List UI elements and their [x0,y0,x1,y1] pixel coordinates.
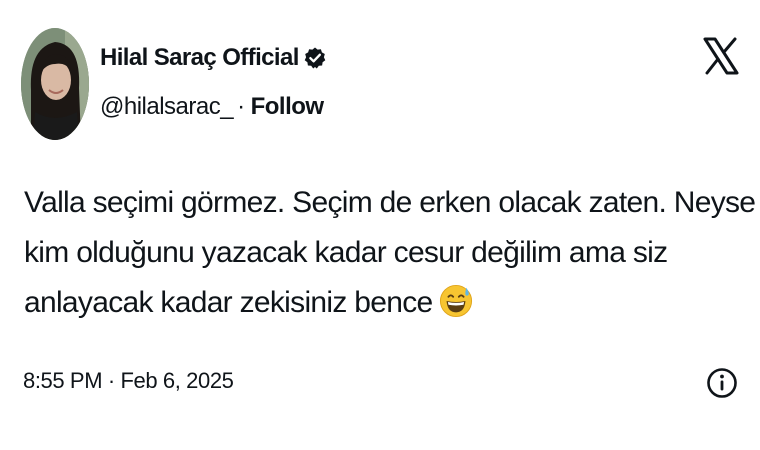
grinning-face-with-sweat-icon [439,284,472,318]
author-display-name[interactable]: Hilal Saraç Official [100,44,299,72]
author-name-row: Hilal Saraç Official [100,44,327,72]
follow-button[interactable]: Follow [251,93,324,121]
verified-badge-icon [304,47,326,69]
tweet-timestamp[interactable]: 8:55 PM · Feb 6, 2025 [23,368,234,394]
tweet-line-2: kim olduğunu yazacak kadar cesur değilim… [24,236,668,269]
tweet-line-3: anlayacak kadar zekisiniz bence [24,286,433,319]
tweet-text: Valla seçimi görmez. Seçim de erken olac… [24,178,756,328]
info-icon[interactable] [706,366,738,400]
author-handle-row: @hilalsarac_ · Follow [100,93,324,121]
avatar-photo [21,28,89,140]
x-logo-icon[interactable] [703,37,739,75]
tweet-card: Hilal Saraç Official @hilalsarac_ · Foll… [0,0,760,450]
author-handle[interactable]: @hilalsarac_ [100,93,234,121]
tweet-line-3-wrap: anlayacak kadar zekisiniz bence [24,278,724,328]
avatar[interactable] [21,28,89,140]
tweet-line-1: Valla seçimi görmez. Seçim de erken olac… [24,186,756,219]
handle-separator: · [237,93,245,120]
